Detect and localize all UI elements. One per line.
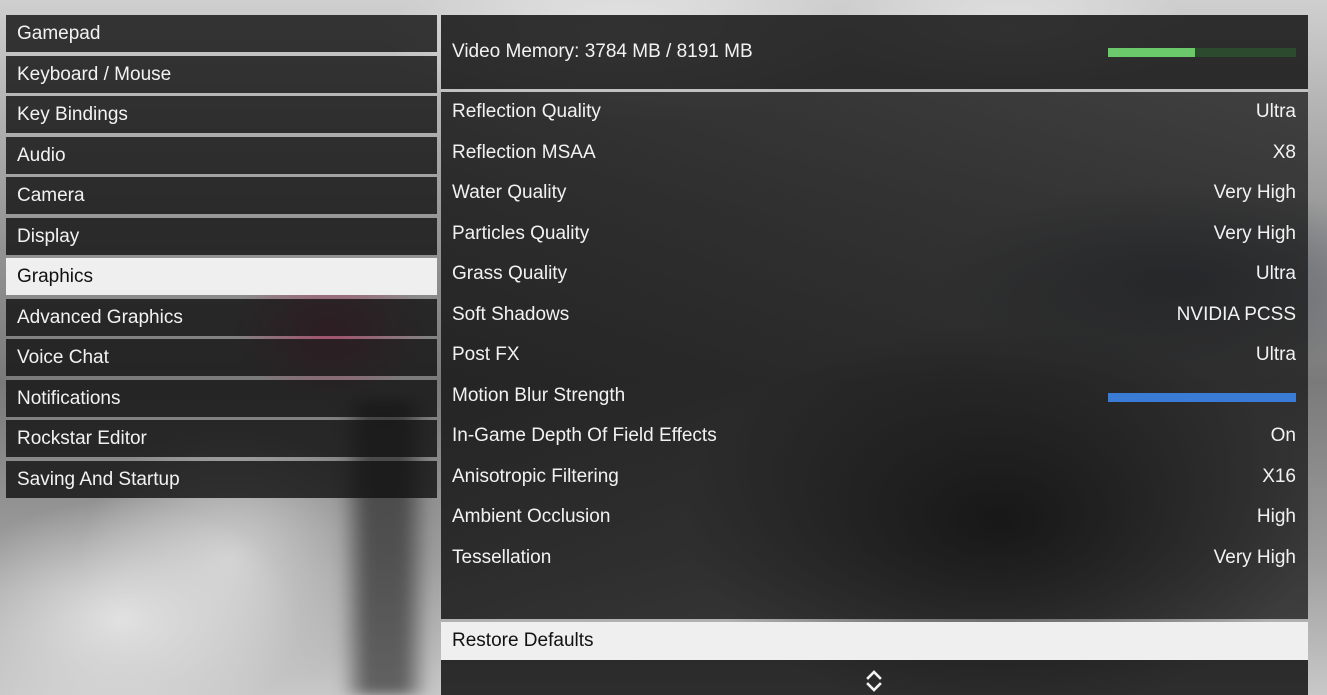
setting-reflection-quality[interactable]: Reflection Quality Ultra	[441, 92, 1308, 133]
menu-item-keyboard-mouse[interactable]: Keyboard / Mouse	[6, 55, 437, 93]
setting-label: Soft Shadows	[452, 303, 570, 325]
setting-label: Particles Quality	[452, 222, 590, 244]
video-memory-bar	[1108, 48, 1296, 57]
setting-value: NVIDIA PCSS	[1176, 303, 1296, 325]
menu-item-display[interactable]: Display	[6, 217, 437, 255]
setting-label: Grass Quality	[452, 263, 568, 284]
setting-value: Very High	[1213, 182, 1296, 203]
menu-item-key-bindings[interactable]: Key Bindings	[6, 96, 437, 133]
setting-value: Ultra	[1255, 263, 1296, 284]
menu-item-camera[interactable]: Camera	[6, 177, 437, 214]
setting-label: Reflection MSAA	[452, 141, 596, 163]
motion-blur-slider[interactable]	[1108, 392, 1296, 402]
up-down-chevron-icon[interactable]	[865, 668, 883, 694]
setting-label: Reflection Quality	[452, 101, 601, 122]
setting-value: X8	[1272, 141, 1296, 163]
graphics-settings-panel: Video Memory: 3784 MB / 8191 MB Reflecti…	[441, 15, 1308, 695]
setting-anisotropic-filtering[interactable]: Anisotropic Filtering X16	[441, 457, 1308, 498]
setting-ambient-occlusion[interactable]: Ambient Occlusion High	[441, 497, 1308, 538]
setting-reflection-msaa[interactable]: Reflection MSAA X8	[441, 133, 1308, 174]
setting-label: In-Game Depth Of Field Effects	[452, 425, 717, 446]
setting-label: Post FX	[452, 344, 520, 365]
menu-item-graphics[interactable]: Graphics	[6, 258, 437, 295]
settings-list: Reflection Quality Ultra Reflection MSAA…	[441, 92, 1308, 619]
setting-label: Ambient Occlusion	[452, 506, 611, 527]
menu-item-label: Voice Chat	[17, 347, 109, 368]
setting-label: Water Quality	[452, 182, 567, 203]
menu-item-label: Keyboard / Mouse	[17, 63, 172, 85]
menu-item-label: Rockstar Editor	[17, 428, 147, 449]
menu-item-label: Notifications	[17, 387, 121, 409]
menu-item-label: Advanced Graphics	[17, 306, 183, 328]
menu-item-advanced-graphics[interactable]: Advanced Graphics	[6, 298, 437, 336]
setting-label: Anisotropic Filtering	[452, 465, 619, 487]
setting-value: Ultra	[1255, 344, 1296, 365]
settings-menu: Gamepad Keyboard / Mouse Key Bindings Au…	[6, 15, 437, 501]
setting-tessellation[interactable]: Tessellation Very High	[441, 538, 1308, 579]
video-memory-label: Video Memory: 3784 MB / 8191 MB	[452, 41, 753, 62]
setting-value: High	[1256, 506, 1296, 527]
menu-item-notifications[interactable]: Notifications	[6, 379, 437, 417]
setting-value: Very High	[1213, 546, 1296, 568]
menu-item-saving-and-startup[interactable]: Saving And Startup	[6, 460, 437, 498]
scroll-indicator-strip	[441, 660, 1308, 695]
menu-item-audio[interactable]: Audio	[6, 136, 437, 174]
setting-motion-blur-strength[interactable]: Motion Blur Strength	[441, 376, 1308, 417]
menu-item-voice-chat[interactable]: Voice Chat	[6, 339, 437, 376]
setting-depth-of-field[interactable]: In-Game Depth Of Field Effects On	[441, 416, 1308, 457]
setting-post-fx[interactable]: Post FX Ultra	[441, 335, 1308, 376]
menu-item-label: Display	[17, 225, 80, 247]
menu-item-label: Saving And Startup	[17, 468, 180, 490]
motion-blur-slider-fill	[1108, 392, 1296, 402]
restore-defaults-label: Restore Defaults	[452, 630, 594, 651]
setting-label: Tessellation	[452, 546, 552, 568]
setting-label: Motion Blur Strength	[452, 384, 626, 406]
setting-soft-shadows[interactable]: Soft Shadows NVIDIA PCSS	[441, 295, 1308, 336]
video-memory-bar-fill	[1108, 48, 1195, 57]
menu-item-label: Camera	[17, 185, 85, 206]
menu-item-rockstar-editor[interactable]: Rockstar Editor	[6, 420, 437, 457]
setting-water-quality[interactable]: Water Quality Very High	[441, 173, 1308, 214]
setting-particles-quality[interactable]: Particles Quality Very High	[441, 214, 1308, 255]
setting-value: X16	[1262, 465, 1296, 487]
menu-item-label: Audio	[17, 144, 66, 166]
setting-value: On	[1270, 425, 1296, 446]
restore-defaults-button[interactable]: Restore Defaults	[441, 622, 1308, 660]
setting-grass-quality[interactable]: Grass Quality Ultra	[441, 254, 1308, 295]
menu-item-label: Gamepad	[17, 23, 101, 44]
setting-value: Very High	[1213, 222, 1296, 244]
menu-item-label: Key Bindings	[17, 104, 128, 125]
menu-item-label: Graphics	[17, 266, 94, 287]
menu-item-gamepad[interactable]: Gamepad	[6, 15, 437, 52]
video-memory-header: Video Memory: 3784 MB / 8191 MB	[441, 15, 1308, 92]
setting-value: Ultra	[1255, 101, 1296, 122]
